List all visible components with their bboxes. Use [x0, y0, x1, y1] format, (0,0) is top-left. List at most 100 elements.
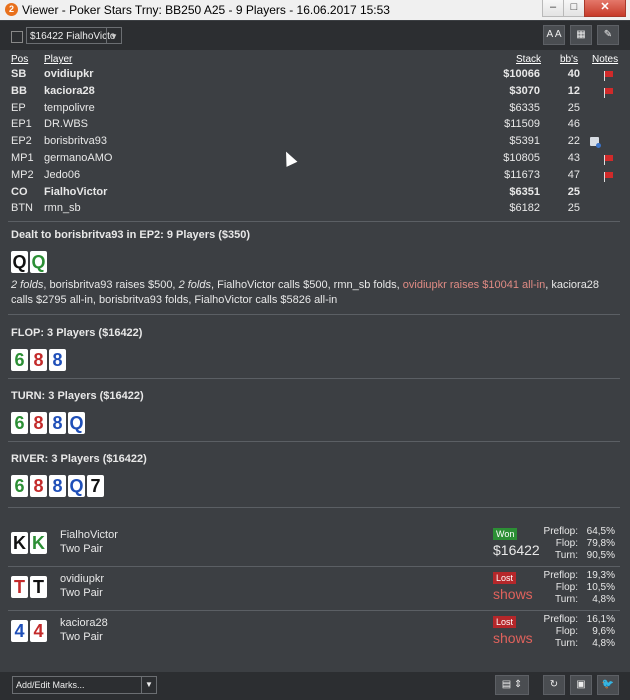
table-row[interactable]: BB kaciora28 $3070 12: [0, 85, 630, 102]
preflop-actions: 2 folds, borisbritva93 raises $500, 2 fo…: [11, 278, 613, 308]
board-card: Q: [68, 475, 85, 497]
showdown-card: T: [11, 576, 28, 598]
maximize-icon: □: [570, 1, 578, 13]
header-bbs[interactable]: bb's: [560, 54, 578, 65]
table-row[interactable]: EP tempolivre $6335 25: [0, 102, 630, 119]
edit-button[interactable]: ✎: [597, 25, 619, 45]
showdown-hand: Two Pair: [60, 587, 103, 599]
bbs-cell: 12: [567, 84, 580, 97]
showdown-row: 4 4 kaciora28 Two Pair Lost shows Preflop: 16,1…: [0, 614, 630, 657]
font-size-button[interactable]: A A: [543, 25, 565, 45]
table-row[interactable]: EP2 borisbritva93 $5391 22: [0, 135, 630, 152]
action-text: , FialhoVictor calls $500, rmn_sb folds,: [210, 279, 403, 291]
stack-cell: $10066: [503, 68, 540, 80]
table-row[interactable]: SB ovidiupkr $10066 40: [0, 68, 630, 85]
showdown-card: 4: [11, 620, 28, 642]
bbs-cell: 46: [567, 118, 580, 131]
table-row[interactable]: EP1 DR.WBS $11509 46: [0, 118, 630, 135]
board-card: 8: [30, 475, 47, 497]
marks-placeholder: Add/Edit Marks...: [16, 680, 85, 690]
save-button[interactable]: ▣: [570, 675, 592, 695]
flag-icon[interactable]: [604, 71, 613, 81]
pencil-icon: ✎: [603, 29, 613, 40]
stack-cell: $5391: [509, 135, 540, 148]
flag-icon[interactable]: [604, 171, 613, 182]
twitter-icon: 🐦: [601, 679, 615, 690]
player-cell: germanoAMO: [44, 152, 113, 164]
shows-label: shows: [493, 586, 533, 602]
action-text: 2 folds: [178, 279, 211, 291]
board-card: 8: [49, 349, 66, 371]
board-card: 7: [87, 475, 104, 497]
player-cell: tempolivre: [44, 101, 95, 114]
save-icon: ▣: [576, 679, 586, 690]
header-pos[interactable]: Pos: [11, 54, 28, 65]
action-text: , borisbritva93 raises $500,: [43, 279, 179, 291]
bbs-cell: 40: [567, 68, 580, 80]
header-notes[interactable]: Notes: [592, 54, 618, 65]
flag-icon[interactable]: [604, 87, 613, 98]
equity-label: Turn:: [555, 594, 578, 605]
hand-filter-select[interactable]: $16422 FialhoVicto ▼: [26, 27, 122, 44]
note-icon[interactable]: [590, 137, 601, 149]
close-button[interactable]: ✕: [584, 0, 626, 17]
divider: [8, 610, 620, 611]
equity-label: Turn:: [555, 638, 578, 649]
table-row[interactable]: MP1 germanoAMO $10805 43: [0, 152, 630, 169]
hole-card: Q: [30, 251, 47, 273]
player-cell: ovidiupkr: [44, 68, 94, 80]
calculator-button[interactable]: ▤ ⇕: [495, 675, 529, 695]
twitter-button[interactable]: 🐦: [597, 675, 619, 695]
equity-value: 90,5%: [586, 550, 615, 561]
board-card: 8: [49, 475, 66, 497]
close-icon: ✕: [600, 1, 610, 13]
chevron-down-icon: ▼: [141, 677, 156, 693]
chevron-down-icon: ▼: [106, 28, 121, 43]
equity-value: 10,5%: [586, 582, 615, 593]
replay-icon: ↻: [549, 679, 559, 690]
result-badge: Lost: [493, 572, 517, 584]
flag-icon[interactable]: [604, 155, 613, 165]
showdown-card: 4: [30, 620, 47, 642]
maximize-button[interactable]: □: [563, 0, 585, 17]
showdown-card: K: [30, 532, 47, 554]
divider: [8, 441, 620, 442]
minimize-button[interactable]: –: [542, 0, 564, 17]
divider: [8, 221, 620, 222]
board-card: 8: [30, 412, 47, 434]
select-checkbox[interactable]: [11, 31, 23, 43]
board-card: 8: [49, 412, 66, 434]
title-bar: 2 Viewer - Poker Stars Trny: BB250 A25 -…: [0, 0, 630, 20]
app-logo-icon: 2: [5, 3, 18, 16]
board-card: 6: [11, 349, 28, 371]
position-cell: CO: [11, 185, 28, 198]
result-badge: Lost: [493, 616, 517, 628]
table-row[interactable]: CO FialhoVictor $6351 25: [0, 186, 630, 203]
player-cell: kaciora28: [44, 84, 95, 97]
marks-select[interactable]: Add/Edit Marks... ▼: [12, 676, 157, 694]
equity-label: Flop:: [555, 582, 578, 593]
table-row[interactable]: BTN rmn_sb $6182 25: [0, 202, 630, 219]
stack-cell: $3070: [509, 84, 540, 97]
position-cell: MP1: [11, 152, 34, 164]
header-player[interactable]: Player: [44, 54, 72, 65]
position-cell: EP1: [11, 118, 32, 131]
divider: [8, 566, 620, 567]
equity-value: 16,1%: [586, 614, 615, 625]
showdown-hand: Two Pair: [60, 543, 103, 555]
equity-value: 64,5%: [586, 526, 615, 537]
stack-cell: $11673: [504, 168, 540, 181]
grid-button[interactable]: ▦: [570, 25, 592, 45]
table-row[interactable]: MP2 Jedo06 $11673 47: [0, 169, 630, 186]
equity-value: 4,8%: [592, 638, 615, 649]
stack-cell: $6351: [509, 185, 540, 198]
flop-title: FLOP: 3 Players ($16422): [11, 327, 143, 339]
replay-button[interactable]: ↻: [543, 675, 565, 695]
equity-value: 79,8%: [586, 538, 615, 549]
bbs-cell: 43: [567, 152, 580, 164]
bbs-cell: 22: [567, 135, 580, 148]
equity-label: Flop:: [555, 626, 578, 637]
divider: [8, 378, 620, 379]
header-stack[interactable]: Stack: [516, 54, 541, 65]
divider: [8, 314, 620, 315]
